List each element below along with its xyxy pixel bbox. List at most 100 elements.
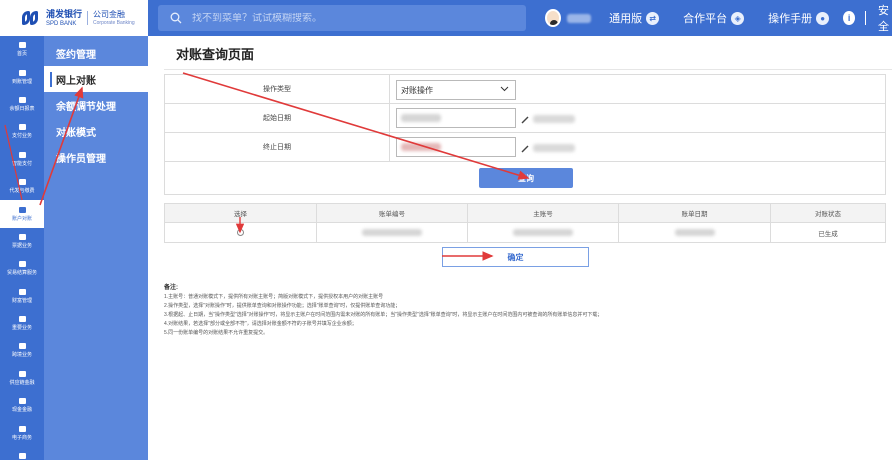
submenu-item-label: 签约管理 xyxy=(56,49,96,61)
submenu-item-0[interactable]: 签约管理 xyxy=(44,40,148,66)
rail-item-9[interactable]: 财富管理 xyxy=(0,283,44,310)
submenu-item-1[interactable]: 网上对账 xyxy=(44,66,148,92)
submenu-item-2[interactable]: 余额调节处理 xyxy=(44,92,148,118)
inbox-icon xyxy=(18,69,26,76)
location-icon: ● xyxy=(816,11,830,25)
header-partner-platform[interactable]: 合作平台 ◈ xyxy=(683,10,745,26)
start-date-hint-redacted xyxy=(533,115,575,123)
note-line: 2.操作类型，选择"对账操作"时，提供账单查询和对账操作功能；选择"账单查询"时… xyxy=(164,303,401,309)
op-type-label: 操作类型 xyxy=(165,75,390,103)
rail-item-13[interactable]: 现金金融 xyxy=(0,392,44,419)
rail-item-14[interactable]: 电子商务 xyxy=(0,419,44,446)
submenu-item-label: 操作员管理 xyxy=(56,153,106,165)
rail-item-8[interactable]: 贸易结算服务 xyxy=(0,255,44,282)
avatar[interactable] xyxy=(545,9,562,27)
note-line: 3.根据起、止日期，当"操作类型"选择"对账操作"时，将显示主账户在时间范围内需… xyxy=(164,312,603,318)
network-icon xyxy=(18,370,26,377)
submenu-panel: 签约管理网上对账余额调节处理对账模式操作员管理 xyxy=(44,36,148,460)
end-date-hint-redacted xyxy=(533,144,575,152)
chevron-down-icon xyxy=(500,86,509,92)
note-line: 1.主账号：普通对账模式下，提供所有对账主账号；简版对账模式下，提供授权本用户的… xyxy=(164,294,384,300)
header-manual[interactable]: 操作手册 ● xyxy=(768,10,830,26)
col-bill-date-header: 账单日期 xyxy=(619,204,771,222)
rail-item-label: 贸易结算服务 xyxy=(6,270,37,277)
rail-item-label: 现金金融 xyxy=(11,407,32,414)
manual-label: 操作手册 xyxy=(768,13,813,25)
header-safe-label[interactable]: 安全 xyxy=(878,2,892,34)
end-date-input[interactable] xyxy=(396,137,516,157)
table-row[interactable]: 已生成 xyxy=(165,223,885,242)
info-icon[interactable]: i xyxy=(843,11,856,25)
wallet-icon xyxy=(18,179,26,186)
card-icon xyxy=(18,151,26,158)
form-row-end-date: 终止日期 xyxy=(165,133,885,162)
bill-date-redacted xyxy=(674,229,715,236)
rail-item-12[interactable]: 供应链金融 xyxy=(0,365,44,392)
partner-platform-label: 合作平台 xyxy=(683,13,728,25)
col-select-header: 选择 xyxy=(165,204,317,222)
main-account-cell xyxy=(468,223,619,242)
main-content: 对账查询页面 操作类型 对账操作 起始日期 终止日期 查询 选择 账单编号 主账… xyxy=(148,36,892,460)
rail-item-label: 余额日报表 xyxy=(9,105,35,112)
top-header: 浦发银行 SPD BANK 公司金融 Corporate Banking 通用版… xyxy=(0,0,892,36)
notes-heading: 备注: xyxy=(164,285,178,291)
rail-item-1[interactable]: 到账管理 xyxy=(0,63,44,90)
query-button[interactable]: 查询 xyxy=(479,168,573,188)
edit-icon[interactable] xyxy=(521,116,529,124)
layers-icon: ◈ xyxy=(731,11,745,25)
op-type-value: 对账操作 xyxy=(401,85,433,95)
note-line: 5.同一份账单编号的对账结果不允许重复提交。 xyxy=(164,330,269,336)
home-icon xyxy=(18,42,26,49)
op-type-select[interactable]: 对账操作 xyxy=(396,80,516,100)
rail-item-11[interactable]: 跨境业务 xyxy=(0,337,44,364)
bank-logo[interactable]: 浦发银行 SPD BANK 公司金融 Corporate Banking xyxy=(0,0,148,36)
bill-icon xyxy=(18,233,26,240)
globe-icon xyxy=(18,343,26,350)
title-divider xyxy=(164,69,892,70)
confirm-button[interactable]: 确定 xyxy=(442,247,589,267)
statement-table: 选择 账单编号 主账号 账单日期 对账状态 已生成 xyxy=(164,203,886,243)
header-general-version[interactable]: 通用版 ⇄ xyxy=(609,10,660,26)
start-date-input[interactable] xyxy=(396,108,516,128)
edit-icon[interactable] xyxy=(521,145,529,153)
col-status-header: 对账状态 xyxy=(815,211,841,218)
rail-item-label: 代发与缴费 xyxy=(9,188,35,195)
page-title: 对账查询页面 xyxy=(176,47,255,62)
rail-item-label: 支付业务 xyxy=(11,133,32,140)
rail-item-label: 票据业务 xyxy=(11,242,32,249)
submenu-item-4[interactable]: 操作员管理 xyxy=(44,144,148,170)
rail-item-4[interactable]: 智能支付 xyxy=(0,146,44,173)
header-right: 通用版 ⇄ 合作平台 ◈ 操作手册 ● i 安全 xyxy=(545,0,892,36)
bill-no-cell xyxy=(317,223,468,242)
row-radio[interactable] xyxy=(237,229,244,236)
submenu-item-3[interactable]: 对账模式 xyxy=(44,118,148,144)
rail-item-label: 账户对账 xyxy=(11,215,32,222)
start-date-label: 起始日期 xyxy=(165,104,390,132)
rail-item-3[interactable]: 支付业务 xyxy=(0,118,44,145)
rail-item-label: 重要业务 xyxy=(11,325,32,332)
logo-divider xyxy=(87,11,89,25)
rail-item-6[interactable]: 账户对账 xyxy=(0,200,44,228)
rail-item-label: 首页 xyxy=(16,51,27,58)
menu-search-input[interactable] xyxy=(192,12,492,24)
logo-mark-icon xyxy=(22,11,40,25)
rail-item-7[interactable]: 票据业务 xyxy=(0,228,44,255)
logo-sub-en: Corporate Banking xyxy=(93,19,135,26)
rail-item-0[interactable]: 首页 xyxy=(0,36,44,63)
app-root: 浦发银行 SPD BANK 公司金融 Corporate Banking 通用版… xyxy=(0,0,892,460)
rail-item-label: 供应链金融 xyxy=(9,379,35,386)
form-row-op-type: 操作类型 对账操作 xyxy=(165,75,885,104)
col-main-account-header: 主账号 xyxy=(468,204,619,222)
header-divider xyxy=(865,11,867,25)
rail-item-2[interactable]: 余额日报表 xyxy=(0,91,44,118)
bill-no-redacted xyxy=(362,229,422,236)
submenu-item-label: 余额调节处理 xyxy=(56,101,116,113)
user-name-redacted xyxy=(567,13,592,23)
rail-item-5[interactable]: 代发与缴费 xyxy=(0,173,44,200)
rail-item-label: 电子商务 xyxy=(11,434,32,441)
report-icon xyxy=(18,96,26,103)
rail-item-15[interactable]: 更多 xyxy=(0,447,44,460)
payment-icon xyxy=(18,124,26,131)
menu-search-box[interactable] xyxy=(158,5,526,31)
rail-item-10[interactable]: 重要业务 xyxy=(0,310,44,337)
